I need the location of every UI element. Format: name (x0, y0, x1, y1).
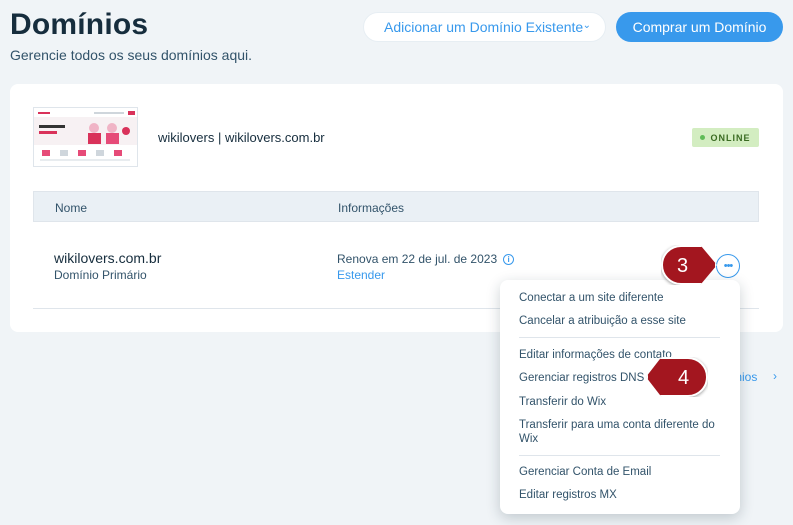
buy-domain-button[interactable]: Comprar um Domínio (616, 12, 783, 42)
step-4-label: 4 (678, 367, 690, 389)
menu-item-transfer-from-wix[interactable]: Transferir do Wix (519, 395, 729, 409)
menu-item-transfer-account[interactable]: Transferir para uma conta diferente do W… (519, 418, 729, 446)
status-dot-icon (700, 135, 706, 140)
actions-menu: Conectar a um site diferente Cancelar a … (500, 280, 740, 514)
menu-separator (519, 455, 720, 456)
menu-item-connect-site[interactable]: Conectar a um site diferente (519, 291, 729, 305)
site-thumbnail[interactable] (33, 107, 138, 167)
add-existing-domain-button[interactable]: Adicionar um Domínio Existente ⌄ (363, 12, 606, 42)
page-title: Domínios (10, 8, 149, 41)
menu-item-unassign-site[interactable]: Cancelar a atribuição a esse site (519, 314, 729, 328)
renewal-info: Renova em 22 de jul. de 2023 i (337, 252, 515, 266)
step-3-label: 3 (677, 255, 689, 277)
info-icon[interactable]: i (503, 253, 515, 265)
renewal-text: Renova em 22 de jul. de 2023 (337, 252, 498, 266)
menu-item-edit-mx[interactable]: Editar registros MX (519, 488, 729, 502)
status-badge-label: ONLINE (710, 132, 751, 143)
menu-separator (519, 337, 720, 338)
chevron-down-icon: ⌄ (582, 20, 591, 31)
column-header-info: Informações (338, 201, 405, 215)
menu-item-manage-email[interactable]: Gerenciar Conta de Email (519, 465, 729, 479)
more-horizontal-icon: ••• (723, 260, 734, 272)
domain-type: Domínio Primário (54, 268, 147, 282)
page-subtitle: Gerencie todos os seus domínios aqui. (10, 47, 253, 63)
table-header: Nome Informações (33, 191, 759, 222)
add-existing-domain-label: Adicionar um Domínio Existente (384, 19, 584, 35)
more-actions-button[interactable]: ••• (716, 254, 740, 278)
column-header-name: Nome (55, 201, 88, 215)
chevron-right-icon: › (773, 369, 777, 383)
site-name: wikilovers | wikilovers.com.br (158, 130, 325, 145)
status-badge: ONLINE (692, 128, 759, 147)
domain-name: wikilovers.com.br (54, 250, 162, 266)
extend-link[interactable]: Estender (337, 268, 385, 282)
